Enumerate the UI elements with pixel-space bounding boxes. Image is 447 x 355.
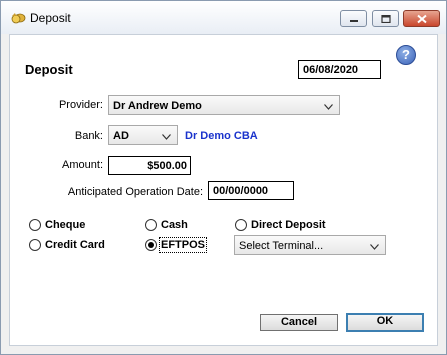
radio-cheque-label: Cheque	[45, 219, 86, 231]
chevron-down-icon	[324, 104, 333, 110]
title-bar: Deposit	[1, 1, 446, 34]
radio-eftpos-indicator	[145, 239, 157, 251]
radio-credit-card-label: Credit Card	[45, 239, 105, 251]
minimize-icon	[349, 19, 358, 22]
bank-label: Bank:	[74, 130, 103, 142]
anticipated-date-label: Anticipated Operation Date:	[67, 186, 203, 198]
dialog-body: Deposit ? 06/08/2020 Provider: Dr Andrew…	[9, 34, 438, 346]
radio-credit-card-indicator	[29, 239, 41, 251]
amount-label: Amount:	[62, 159, 103, 171]
cancel-button[interactable]: Cancel	[260, 314, 338, 331]
provider-value: Dr Andrew Demo	[113, 100, 202, 112]
anticipated-date-field[interactable]: 00/00/0000	[208, 181, 294, 200]
radio-eftpos-label: EFTPOS	[158, 237, 208, 253]
provider-label: Provider:	[58, 99, 103, 111]
radio-direct-deposit-indicator	[235, 219, 247, 231]
radio-cash-indicator	[145, 219, 157, 231]
help-button[interactable]: ?	[396, 45, 416, 65]
window-title: Deposit	[30, 11, 71, 25]
minimize-button[interactable]	[340, 10, 367, 27]
deposit-date-value: 06/08/2020	[303, 64, 359, 76]
radio-cash[interactable]: Cash	[145, 219, 188, 231]
radio-eftpos[interactable]: EFTPOS	[145, 237, 208, 253]
help-icon: ?	[402, 47, 410, 62]
radio-direct-deposit-label: Direct Deposit	[251, 219, 326, 231]
maximize-button[interactable]	[372, 10, 399, 27]
radio-credit-card[interactable]: Credit Card	[29, 239, 105, 251]
deposit-date-field[interactable]: 06/08/2020	[298, 60, 381, 79]
chevron-down-icon	[370, 244, 379, 250]
radio-cash-label: Cash	[161, 219, 188, 231]
bank-value: AD	[113, 130, 129, 142]
deposit-window: Deposit Deposit ? 06/08/2020 Provider: D…	[0, 0, 447, 355]
close-icon	[416, 14, 427, 23]
radio-cheque-indicator	[29, 219, 41, 231]
terminal-value: Select Terminal...	[239, 240, 324, 252]
bank-name: Dr Demo CBA	[185, 130, 258, 142]
radio-direct-deposit[interactable]: Direct Deposit	[235, 219, 326, 231]
maximize-icon	[380, 14, 391, 23]
app-icon	[11, 13, 26, 24]
ok-button[interactable]: OK	[346, 313, 424, 332]
form-heading: Deposit	[25, 62, 73, 77]
radio-cheque[interactable]: Cheque	[29, 219, 85, 231]
anticipated-date-value: 00/00/0000	[213, 185, 269, 197]
provider-dropdown[interactable]: Dr Andrew Demo	[108, 95, 340, 115]
chevron-down-icon	[162, 134, 171, 140]
amount-field[interactable]: $500.00	[108, 156, 191, 175]
bank-dropdown[interactable]: AD	[108, 125, 178, 145]
terminal-dropdown[interactable]: Select Terminal...	[234, 235, 386, 255]
amount-value: $500.00	[147, 160, 187, 172]
close-button[interactable]	[403, 10, 440, 27]
